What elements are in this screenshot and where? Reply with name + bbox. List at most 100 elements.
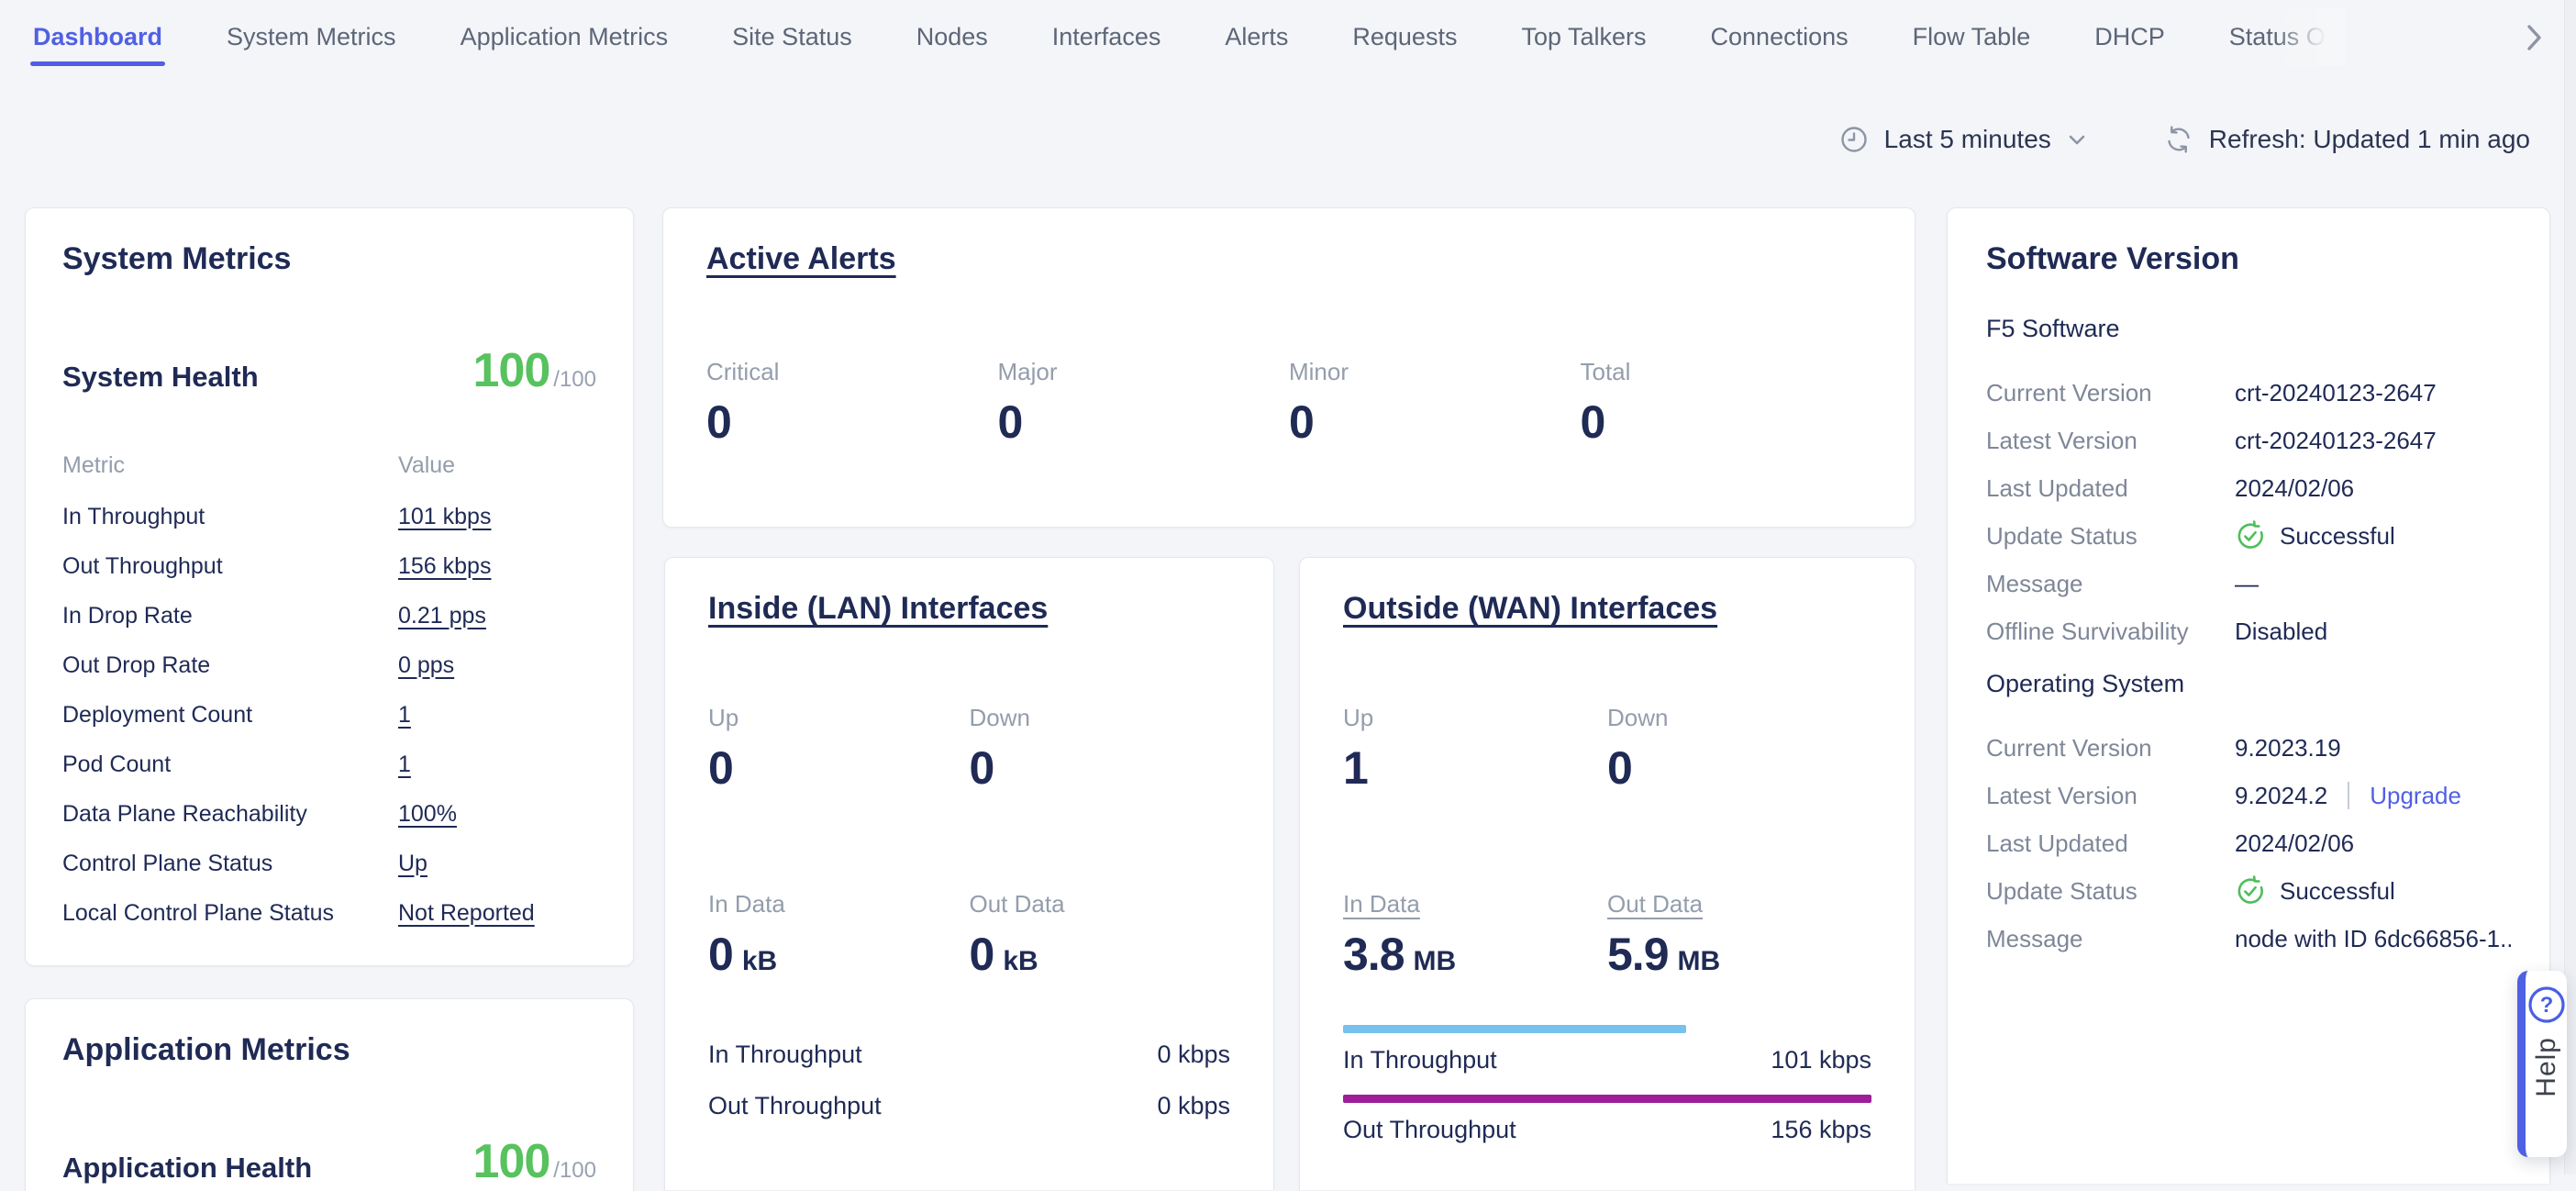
- throughput-row: In Throughput 101 kbps: [1343, 1025, 1871, 1076]
- wan-interfaces-card: Outside (WAN) Interfaces Up 1 Down 0 In …: [1299, 557, 1915, 1190]
- nav-tab-interfaces[interactable]: Interfaces: [1052, 7, 1161, 66]
- nav-tab-flow-table[interactable]: Flow Table: [1913, 7, 2031, 66]
- nav-tab-fade: [2275, 7, 2347, 66]
- nav-tab-label: Interfaces: [1052, 23, 1161, 51]
- software-row-label: Last Updated: [1986, 474, 2235, 503]
- software-row: Message —: [1986, 560, 2511, 607]
- interface-data-unit: MB: [1414, 946, 1457, 977]
- throughput-value: 156 kbps: [1771, 1113, 1871, 1146]
- metric-name: Out Throughput: [62, 553, 398, 580]
- interface-updown-value: 0: [970, 741, 1231, 795]
- interface-updown-label: Up: [708, 704, 970, 732]
- interface-updown-value: 0: [1607, 741, 1871, 795]
- software-row: Offline Survivability Disabled: [1986, 607, 2511, 655]
- metric-value-link[interactable]: Not Reported: [398, 900, 535, 927]
- active-alerts-card: Active Alerts Critical 0 Major 0 Minor 0…: [662, 207, 1915, 528]
- interface-updown-stat: Up 1: [1343, 704, 1607, 795]
- throughput-label: In Throughput: [1343, 1043, 1497, 1076]
- metric-value-link[interactable]: 1: [398, 751, 411, 778]
- metric-value-link[interactable]: 0.21 pps: [398, 603, 486, 629]
- metric-value-link[interactable]: 0 pps: [398, 652, 454, 679]
- interface-data-value: 0 kB: [708, 928, 970, 981]
- nav-tab-label: Flow Table: [1913, 23, 2031, 51]
- interface-data-unit: kB: [742, 946, 777, 977]
- help-label: Help: [2531, 1037, 2562, 1097]
- nav-tab-dashboard[interactable]: Dashboard: [33, 7, 162, 66]
- refresh-button[interactable]: Refresh: Updated 1 min ago: [2164, 125, 2530, 154]
- metric-name: Control Plane Status: [62, 851, 398, 877]
- nav-tab-top-talkers[interactable]: Top Talkers: [1521, 7, 1646, 66]
- metric-table-row: Out Drop Rate 0 pps: [62, 640, 596, 690]
- throughput-value: 0 kbps: [1157, 1038, 1230, 1071]
- help-button[interactable]: ? Help: [2517, 971, 2567, 1157]
- alert-stat: Major 0: [998, 358, 1290, 449]
- time-range-selector[interactable]: Last 5 minutes: [1839, 125, 2085, 154]
- clock-icon: [1839, 125, 1869, 154]
- software-row: Update Status Successful: [1986, 867, 2511, 915]
- nav-tab-alerts[interactable]: Alerts: [1225, 7, 1288, 66]
- success-check-icon: [2235, 520, 2266, 551]
- metric-value-link[interactable]: 156 kbps: [398, 553, 491, 580]
- lan-interfaces-title-link[interactable]: Inside (LAN) Interfaces: [708, 591, 1048, 627]
- system-metrics-table: Metric Value In Throughput 101 kbps Out …: [62, 450, 596, 938]
- metric-value-link[interactable]: 101 kbps: [398, 504, 491, 530]
- alert-stat-value: 0: [706, 395, 998, 449]
- software-row-value: 2024/02/06: [2235, 829, 2354, 858]
- interface-data-label[interactable]: Out Data: [1607, 890, 1703, 918]
- metric-name: Out Drop Rate: [62, 652, 398, 679]
- interface-data-label[interactable]: In Data: [1343, 890, 1420, 918]
- active-alerts-title-link[interactable]: Active Alerts: [706, 241, 896, 277]
- metric-table-row: In Throughput 101 kbps: [62, 492, 596, 541]
- metric-column-header: Metric: [62, 452, 398, 479]
- interface-data-label: Out Data: [970, 890, 1065, 918]
- metric-value-link[interactable]: Up: [398, 851, 427, 877]
- software-row-label: Latest Version: [1986, 782, 2235, 810]
- nav-overflow-button[interactable]: [2526, 24, 2543, 51]
- metric-value-link[interactable]: 100%: [398, 801, 457, 828]
- system-health-value: 100: [473, 344, 550, 397]
- interface-data-label: In Data: [708, 890, 785, 918]
- chevron-down-icon: [2069, 135, 2085, 145]
- throughput-value: 101 kbps: [1771, 1043, 1871, 1076]
- system-health-label: System Health: [62, 361, 259, 394]
- nav-tab-label: Requests: [1352, 23, 1457, 51]
- application-health-value: 100: [473, 1135, 550, 1188]
- alert-stat-value: 0: [1581, 395, 1872, 449]
- interface-data-value: 5.9 MB: [1607, 928, 1871, 981]
- metric-table-row: In Drop Rate 0.21 pps: [62, 591, 596, 640]
- nav-tab-status-objects[interactable]: Status Objects: [2229, 7, 2347, 66]
- metric-name: Local Control Plane Status: [62, 900, 398, 927]
- interface-updown-label: Down: [970, 704, 1231, 732]
- software-row-label: Last Updated: [1986, 829, 2235, 858]
- metric-table-row: Local Control Plane Status Not Reported: [62, 888, 596, 938]
- top-nav: Dashboard System Metrics Application Met…: [0, 0, 2576, 66]
- nav-tab-site-status[interactable]: Site Status: [732, 7, 852, 66]
- alert-stat-label: Critical: [706, 358, 998, 386]
- metric-value-link[interactable]: 1: [398, 702, 411, 729]
- software-row-label: Current Version: [1986, 379, 2235, 407]
- nav-tab-application-metrics[interactable]: Application Metrics: [461, 7, 669, 66]
- software-row: Current Version 9.2023.19: [1986, 724, 2511, 772]
- nav-tab-connections[interactable]: Connections: [1711, 7, 1849, 66]
- throughput-row: Out Throughput 156 kbps: [1343, 1095, 1871, 1146]
- interface-data-number: 0: [970, 928, 994, 981]
- nav-tab-dhcp[interactable]: DHCP: [2094, 7, 2165, 66]
- system-health-score: 100/100: [473, 343, 596, 398]
- interface-data-stat: Out Data 0 kB: [970, 890, 1231, 981]
- wan-interfaces-title-link[interactable]: Outside (WAN) Interfaces: [1343, 591, 1717, 627]
- wan-throughput: In Throughput 101 kbps Out Throughput 15…: [1343, 1025, 1871, 1146]
- upgrade-link[interactable]: Upgrade: [2370, 782, 2461, 810]
- nav-tab-requests[interactable]: Requests: [1352, 7, 1457, 66]
- system-metrics-card: System Metrics System Health 100/100 Met…: [25, 207, 634, 966]
- software-section-heading: F5 Software: [1986, 315, 2511, 343]
- software-section-rows: Current Version crt-20240123-2647 Latest…: [1986, 369, 2511, 655]
- interface-data-number: 5.9: [1607, 928, 1669, 981]
- software-section-rows: Current Version 9.2023.19 Latest Version: [1986, 724, 2511, 963]
- software-row-label: Message: [1986, 570, 2235, 598]
- nav-tab-nodes[interactable]: Nodes: [916, 7, 988, 66]
- interface-updown-value: 1: [1343, 741, 1607, 795]
- nav-tab-system-metrics[interactable]: System Metrics: [227, 7, 396, 66]
- alert-stat-value: 0: [998, 395, 1290, 449]
- alert-stat-label: Minor: [1289, 358, 1581, 386]
- wan-data-stats: In Data 3.8 MB Out Data 5.9 MB: [1343, 890, 1871, 981]
